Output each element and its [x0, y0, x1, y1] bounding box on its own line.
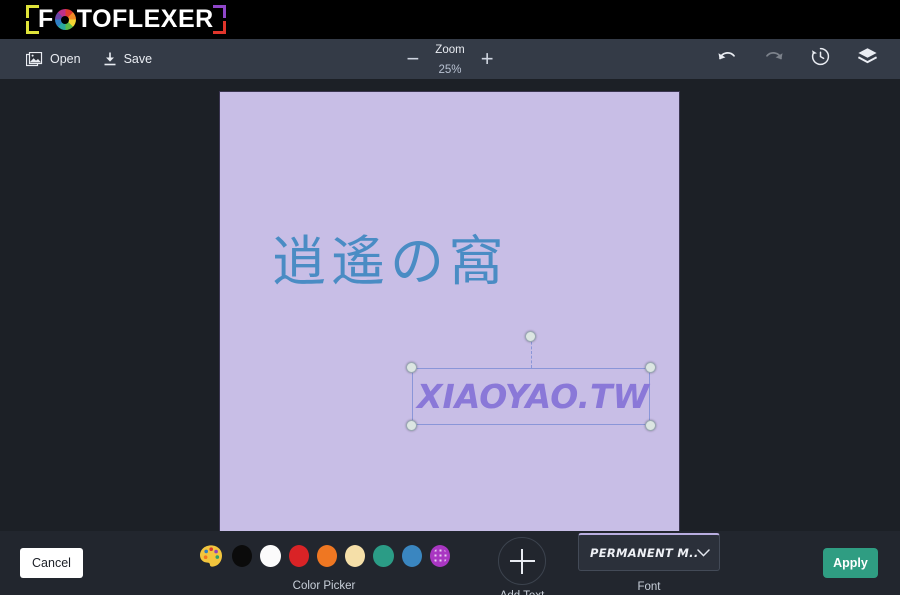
logo-bracket-bottom-left	[26, 21, 39, 34]
color-swatch-red[interactable]	[288, 545, 309, 567]
font-select[interactable]: PERMANENT M...	[578, 533, 720, 571]
color-picker-group: Color Picker	[198, 540, 450, 592]
toolbar-right-group	[717, 47, 878, 71]
color-swatch-teal[interactable]	[373, 545, 394, 567]
rotate-handle[interactable]	[525, 331, 536, 342]
add-text-label: Add Text	[490, 590, 554, 595]
layers-icon[interactable]	[857, 47, 878, 71]
save-button-label: Save	[123, 52, 153, 66]
logo-bar: F TOFLEXER	[0, 0, 900, 39]
font-group: PERMANENT M... Font	[578, 533, 720, 593]
plus-icon-vertical	[520, 548, 524, 574]
zoom-out-button[interactable]: −	[406, 48, 419, 70]
canvas-text-xiaoyao[interactable]: XIAOYAO.TW	[416, 370, 650, 423]
resize-handle-top-left[interactable]	[406, 362, 417, 373]
fotoflexer-editor: F TOFLEXER Open Save − Zoom 25% + 逍遙の窩 X…	[0, 0, 900, 595]
logo-bracket-top-left	[26, 5, 39, 18]
canvas-stage[interactable]: 逍遙の窩 XIAOYAO.TW	[0, 79, 900, 531]
logo-text-prefix: F	[38, 5, 54, 33]
main-toolbar: Open Save − Zoom 25% +	[0, 39, 900, 79]
zoom-readout: Zoom 25%	[435, 39, 464, 79]
zoom-value: 25%	[438, 64, 462, 76]
color-swatch-cream[interactable]	[345, 545, 366, 567]
chevron-down-icon	[697, 544, 710, 562]
logo-bracket-bottom-right	[212, 21, 226, 34]
image-canvas[interactable]: 逍遙の窩 XIAOYAO.TW	[219, 91, 680, 531]
resize-handle-bottom-left[interactable]	[406, 420, 417, 431]
open-image-icon	[26, 51, 43, 67]
color-swatch-list	[198, 540, 450, 572]
font-label: Font	[637, 581, 661, 593]
open-button-label: Open	[50, 52, 81, 66]
download-icon	[103, 52, 117, 67]
resize-handle-bottom-right[interactable]	[645, 420, 656, 431]
apply-button[interactable]: Apply	[823, 548, 878, 578]
canvas-text-selected[interactable]: XIAOYAO.TW	[406, 331, 656, 431]
zoom-in-button[interactable]: +	[481, 48, 494, 70]
app-logo[interactable]: F TOFLEXER	[26, 3, 226, 36]
zoom-label: Zoom	[435, 44, 465, 56]
redo-arrow-icon[interactable]	[764, 49, 784, 70]
save-button[interactable]: Save	[103, 52, 153, 67]
color-wheel-o-icon	[54, 9, 76, 30]
color-swatch-blue[interactable]	[401, 545, 422, 567]
add-text-button[interactable]	[498, 537, 546, 585]
history-clock-icon[interactable]	[811, 47, 830, 71]
cancel-button[interactable]: Cancel	[20, 548, 83, 578]
color-picker-label: Color Picker	[292, 580, 356, 592]
logo-text-suffix: TOFLEXER	[76, 5, 214, 33]
open-button[interactable]: Open	[26, 51, 81, 67]
logo-bracket-top-right	[212, 5, 226, 18]
bottom-toolbar: Cancel Color Picker PERMANENT M... Font …	[0, 531, 900, 595]
toolbar-left-group: Open Save	[26, 51, 153, 67]
canvas-text-cjk[interactable]: 逍遙の窩	[272, 235, 508, 289]
color-swatch-orange[interactable]	[316, 545, 337, 567]
color-swatch-white[interactable]	[260, 545, 281, 567]
logo-text: F TOFLEXER	[38, 7, 214, 32]
color-swatch-black[interactable]	[232, 545, 253, 567]
color-swatch-purple[interactable]	[429, 545, 450, 567]
zoom-control: − Zoom 25% +	[406, 39, 493, 79]
font-select-value: PERMANENT M...	[590, 545, 697, 560]
add-text-group: Add Text	[490, 537, 554, 595]
undo-arrow-icon[interactable]	[717, 49, 737, 70]
palette-icon[interactable]	[198, 543, 224, 569]
resize-handle-top-right[interactable]	[645, 362, 656, 373]
